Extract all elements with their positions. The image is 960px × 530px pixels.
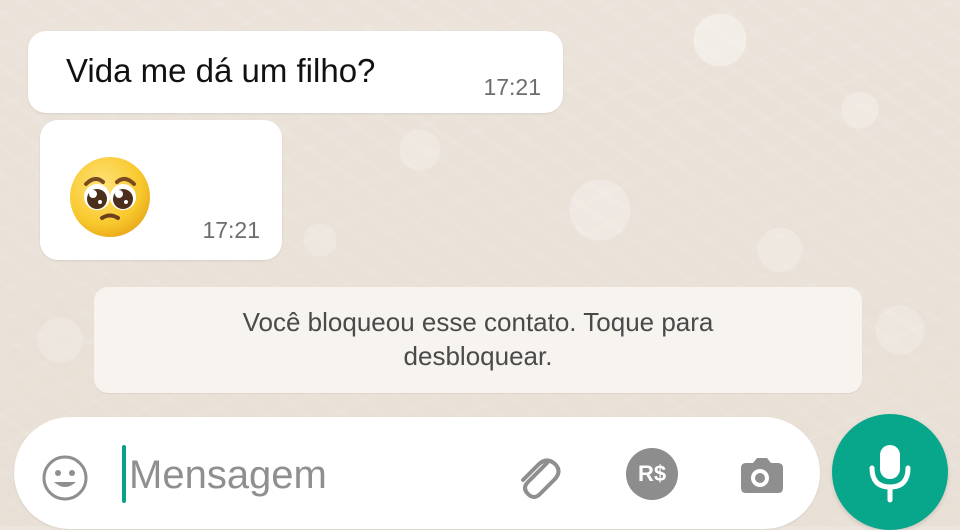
blocked-contact-notice[interactable]: Você bloqueou esse contato. Toque para d…: [94, 287, 862, 393]
message-input-placeholder[interactable]: Mensagem: [129, 455, 327, 495]
message-composer[interactable]: Mensagem R$: [14, 417, 820, 529]
notice-line-2: desbloquear.: [403, 341, 553, 371]
paperclip-icon[interactable]: [508, 447, 566, 507]
microphone-icon: [869, 445, 911, 503]
camera-icon[interactable]: [732, 447, 788, 503]
mic-button[interactable]: [832, 414, 948, 530]
message-time: 17:21: [483, 74, 541, 100]
currency-button[interactable]: R$: [626, 448, 678, 500]
emoji-icon[interactable]: [40, 453, 90, 503]
message-text: Vida me dá um filho?: [66, 52, 376, 89]
emoji-message-bubble[interactable]: 17:21: [40, 120, 282, 260]
message-time: 17:21: [202, 217, 260, 243]
pleading-face-icon: [70, 157, 150, 237]
notice-line-1: Você bloqueou esse contato. Toque para: [242, 307, 714, 337]
text-cursor: [122, 445, 126, 503]
currency-label: R$: [637, 461, 667, 486]
message-bubble[interactable]: Vida me dá um filho? 17:21: [28, 31, 563, 113]
